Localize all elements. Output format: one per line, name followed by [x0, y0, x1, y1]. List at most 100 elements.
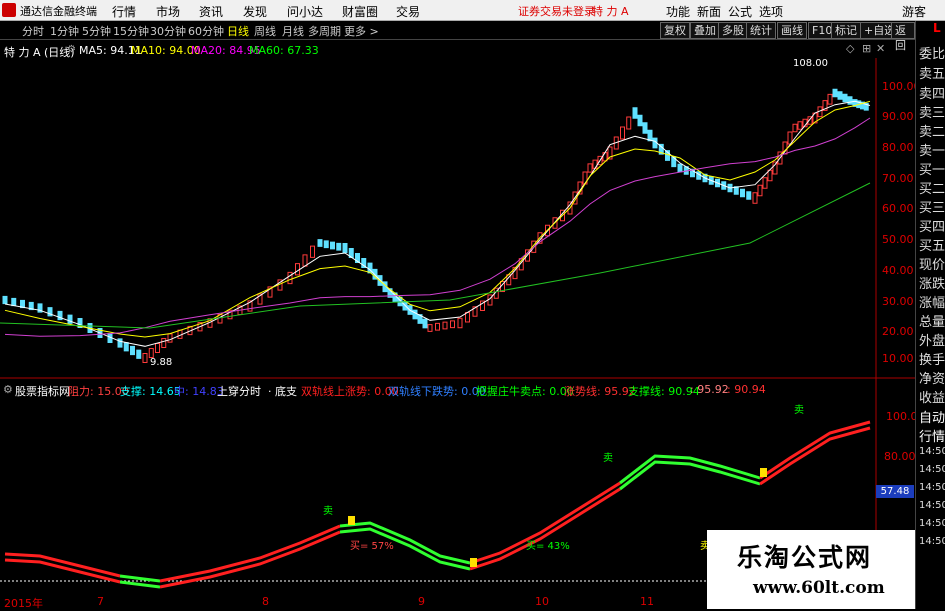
time-label: 14:50 — [919, 536, 945, 547]
top-menu-bar: 通达信金融终端 行情 市场 资讯 发现 问小达 财富圈 交易 证券交易未登录 特… — [0, 0, 945, 21]
candle — [592, 159, 598, 169]
diejia-button[interactable]: 叠加 — [690, 22, 720, 39]
candle — [155, 343, 160, 353]
menu-shichang[interactable]: 市场 — [156, 3, 180, 20]
fuquan-button[interactable]: 复权 — [660, 22, 690, 39]
sell-annotation: 卖 — [794, 405, 804, 416]
quote-label: 卖五 — [919, 67, 945, 82]
indicator-name[interactable]: 股票指标网 — [15, 383, 70, 399]
back-button[interactable]: 返回 — [891, 22, 915, 52]
trend-track — [4, 552, 121, 578]
tab-daily[interactable]: 日线 — [227, 23, 249, 39]
candle — [457, 317, 463, 329]
candle — [647, 129, 653, 142]
menu-faxian[interactable]: 发现 — [243, 3, 267, 20]
candle — [450, 320, 455, 329]
candle — [797, 121, 803, 130]
candle — [602, 152, 608, 162]
tab-monthly[interactable]: 月线 — [282, 23, 304, 39]
quote-label: 收益 — [919, 391, 945, 406]
trend-track — [159, 524, 341, 583]
login-status: 证券交易未登录 — [518, 5, 595, 18]
watermark-url: www.60lt.com — [753, 578, 885, 598]
indicator-shangchuan: 上穿分时 — [217, 385, 261, 398]
auto-button[interactable]: 自动 — [919, 407, 945, 426]
tab-15min[interactable]: 15分钟 — [113, 23, 149, 39]
candle — [317, 239, 323, 247]
x-tick: 11 — [640, 595, 654, 608]
candle — [762, 177, 768, 189]
indicator-icon[interactable]: ⚙ — [3, 383, 13, 396]
trend-track — [119, 574, 161, 583]
candle — [827, 93, 833, 105]
quote-label: 现价 — [919, 258, 945, 273]
time-label: 14:50 — [919, 446, 945, 457]
tab-weekly[interactable]: 周线 — [254, 23, 276, 39]
tab-1min[interactable]: 1分钟 — [50, 23, 79, 39]
quote-label: 卖三 — [919, 106, 945, 121]
menu-caifuquan[interactable]: 财富圈 — [342, 3, 378, 20]
candle — [733, 186, 739, 195]
indicator-value-badge: 57.48 — [876, 485, 914, 498]
candle — [746, 191, 752, 200]
menu-xuanxiang[interactable]: 选项 — [759, 3, 783, 20]
candle — [427, 324, 433, 332]
moving-average-lines — [0, 100, 871, 347]
tab-5min[interactable]: 5分钟 — [82, 23, 111, 39]
time-label: 14:50 — [919, 500, 945, 511]
app-logo — [2, 3, 16, 17]
candle — [677, 163, 683, 173]
hangqing-button[interactable]: 行情 — [919, 426, 945, 445]
quote-panel: L 委比 卖五 卖四 卖三 卖二 卖一 买一 买二 买三 买四 买五 现价 涨跌… — [915, 21, 945, 609]
menu-hangqing[interactable]: 行情 — [112, 3, 136, 20]
indicator-dizhi: · 底支 — [268, 385, 297, 398]
candle — [302, 254, 308, 267]
x-tick: 9 — [418, 595, 425, 608]
menu-zixun[interactable]: 资讯 — [199, 3, 223, 20]
candle — [465, 312, 470, 323]
candle — [167, 333, 173, 343]
guest-label[interactable]: 游客 — [902, 3, 926, 20]
menu-wenxiaoda[interactable]: 问小达 — [287, 3, 323, 20]
tab-fenshi[interactable]: 分时 — [22, 23, 44, 39]
indicator-val2: : 90.94 — [727, 383, 766, 396]
quote-label: 买一 — [919, 163, 945, 178]
buy-annotation: 买= 43% — [526, 541, 570, 552]
y-tick: 60.00 — [882, 202, 914, 215]
x-tick: 8 — [262, 595, 269, 608]
candle — [310, 245, 315, 258]
tongji-button[interactable]: 统计 — [746, 22, 776, 39]
candle — [142, 353, 148, 363]
menu-xinmian[interactable]: 新面 — [697, 3, 721, 20]
tab-multi-period[interactable]: 多周期 — [308, 23, 341, 39]
candlesticks — [2, 88, 869, 363]
biaoji-button[interactable]: 标记 — [831, 22, 861, 39]
candle — [792, 123, 798, 133]
candle — [847, 96, 853, 105]
x-tick: 7 — [97, 595, 104, 608]
tab-more[interactable]: 更多 > — [344, 23, 379, 39]
indicator-zhicheng: 支撑: 14.65 — [120, 385, 181, 398]
duogu-button[interactable]: 多股 — [718, 22, 748, 39]
ind-y-tick: 80.00 — [884, 450, 916, 463]
tab-60min[interactable]: 60分钟 — [188, 23, 224, 39]
y-tick: 80.00 — [882, 141, 914, 154]
quote-label: 委比 — [919, 47, 945, 62]
huaxian-button[interactable]: 画线 — [777, 22, 807, 39]
quote-label: 总量 — [919, 315, 945, 330]
candle — [336, 242, 342, 251]
menu-gongneng[interactable]: 功能 — [666, 3, 690, 20]
indicator-up-trend: 双轨线上涨势: 0.00 — [301, 385, 399, 398]
trend-track — [759, 426, 871, 486]
candle — [435, 322, 440, 331]
menu-gongshi[interactable]: 公式 — [728, 3, 752, 20]
quote-label: 卖二 — [919, 125, 945, 140]
candle — [161, 338, 167, 348]
tab-30min[interactable]: 30分钟 — [150, 23, 186, 39]
candle — [642, 122, 648, 134]
signal-marker — [470, 558, 477, 567]
menu-jiaoyi[interactable]: 交易 — [396, 3, 420, 20]
quote-label: 净资 — [919, 372, 945, 387]
indicator-down-trend: 双轨线下跌势: 0.00 — [388, 385, 486, 398]
price-chart[interactable] — [0, 38, 915, 595]
